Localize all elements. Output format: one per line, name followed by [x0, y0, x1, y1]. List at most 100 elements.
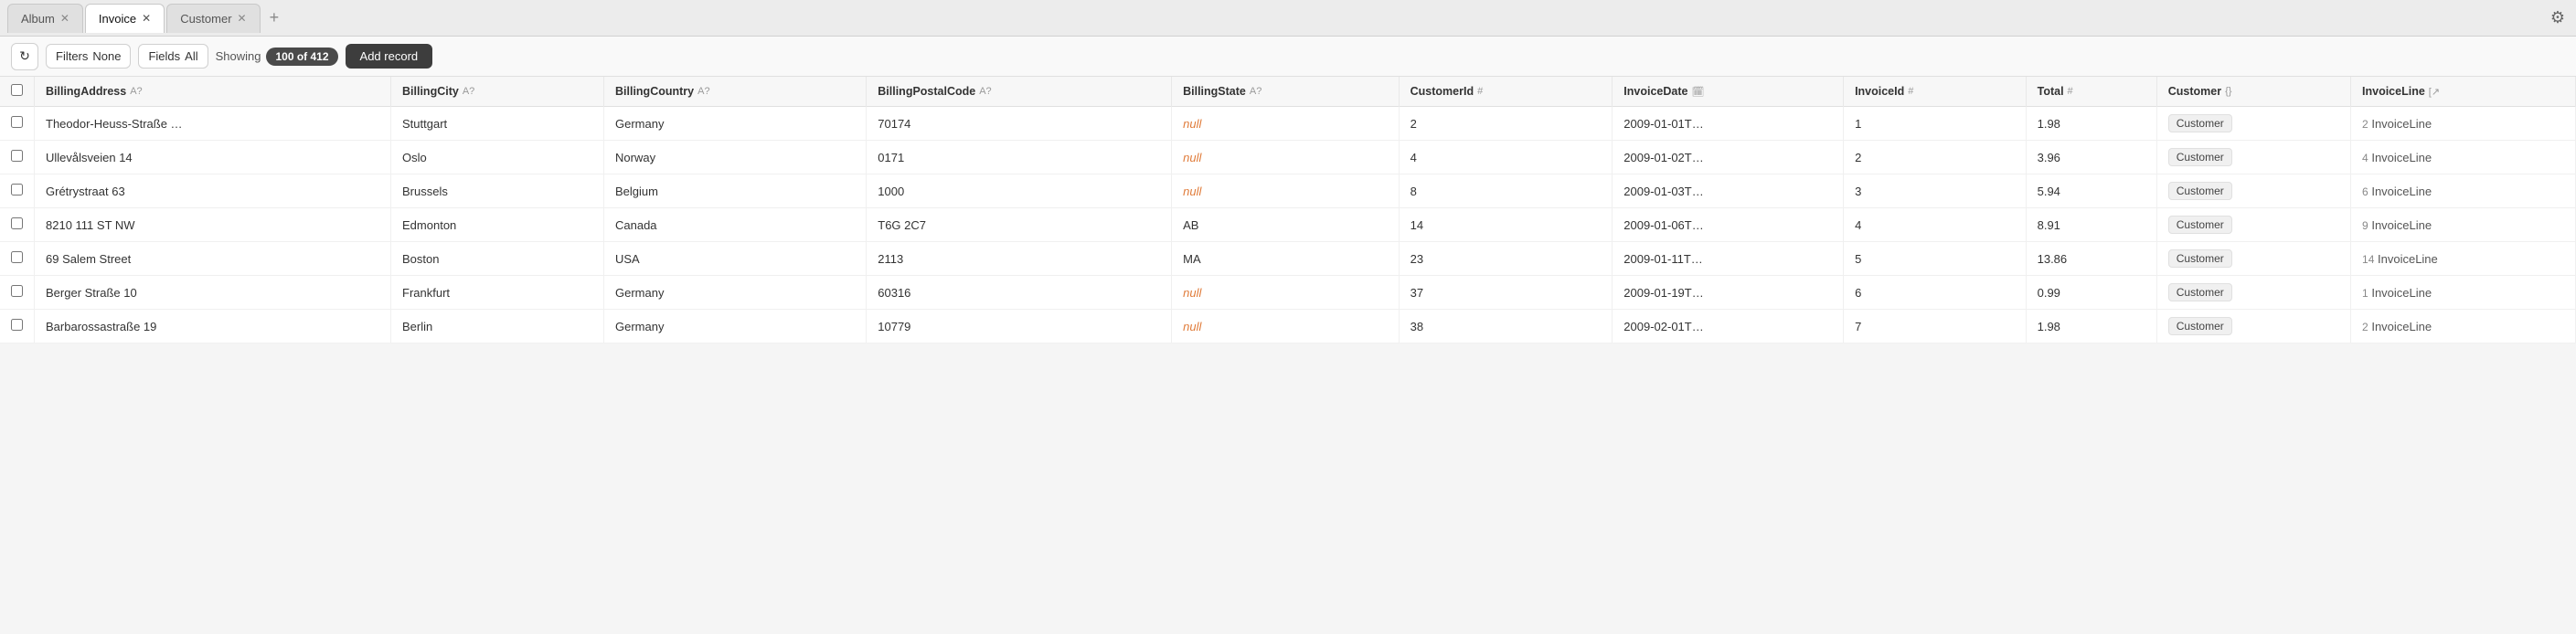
customer-badge[interactable]: Customer — [2168, 114, 2232, 132]
cell-billing-country: Canada — [604, 208, 867, 242]
customer-badge[interactable]: Customer — [2168, 249, 2232, 268]
invoice-line-count: 2 — [2362, 321, 2368, 333]
add-record-button[interactable]: Add record — [346, 44, 433, 69]
cell-total: 0.99 — [2026, 276, 2156, 310]
tab-invoice-close[interactable]: ✕ — [142, 13, 151, 24]
invoice-line-count: 1 — [2362, 287, 2368, 300]
invoice-line-count: 14 — [2362, 253, 2374, 266]
invoice-line-label: InvoiceLine — [2371, 117, 2432, 131]
table-row: Berger Straße 10 Frankfurt Germany 60316… — [0, 276, 2576, 310]
cell-billing-city: Frankfurt — [391, 276, 604, 310]
cell-customer[interactable]: Customer — [2156, 174, 2350, 208]
col-total-label: Total — [2038, 85, 2064, 98]
cell-billing-state: AB — [1172, 208, 1400, 242]
invoice-line-label: InvoiceLine — [2378, 252, 2438, 266]
col-invoice-line-type: [↗ — [2429, 86, 2440, 98]
cell-billing-address: 8210 111 ST NW — [35, 208, 391, 242]
col-total[interactable]: Total # — [2026, 77, 2156, 107]
tab-album-label: Album — [21, 12, 55, 26]
cell-total: 8.91 — [2026, 208, 2156, 242]
row-checkbox[interactable] — [11, 150, 23, 162]
table-row: 8210 111 ST NW Edmonton Canada T6G 2C7 A… — [0, 208, 2576, 242]
showing-label: Showing — [216, 49, 261, 63]
row-checkbox[interactable] — [11, 116, 23, 128]
col-billing-country-type: A? — [697, 86, 709, 97]
customer-badge[interactable]: Customer — [2168, 317, 2232, 335]
row-checkbox-cell[interactable] — [0, 310, 35, 343]
cell-billing-city: Oslo — [391, 141, 604, 174]
filters-value: None — [92, 49, 121, 63]
col-billing-city[interactable]: BillingCity A? — [391, 77, 604, 107]
tab-customer[interactable]: Customer ✕ — [166, 4, 260, 33]
cell-billing-postal-code: 10779 — [867, 310, 1172, 343]
row-checkbox-cell[interactable] — [0, 141, 35, 174]
col-invoice-date[interactable]: InvoiceDate 🗓 — [1613, 77, 1844, 107]
filters-label: Filters — [56, 49, 88, 63]
col-invoice-date-type: 🗓 — [1691, 86, 1704, 98]
col-invoice-id[interactable]: InvoiceId # — [1844, 77, 2027, 107]
col-invoice-line[interactable]: InvoiceLine [↗ — [2351, 77, 2576, 107]
cell-invoice-line: 2 InvoiceLine — [2351, 310, 2576, 343]
cell-customer[interactable]: Customer — [2156, 208, 2350, 242]
cell-customer[interactable]: Customer — [2156, 310, 2350, 343]
cell-invoice-date: 2009-01-06T… — [1613, 208, 1844, 242]
fields-button[interactable]: Fields All — [138, 44, 208, 69]
col-billing-country[interactable]: BillingCountry A? — [604, 77, 867, 107]
customer-badge[interactable]: Customer — [2168, 283, 2232, 301]
add-tab-button[interactable]: + — [262, 5, 287, 31]
cell-billing-postal-code: 2113 — [867, 242, 1172, 276]
customer-badge[interactable]: Customer — [2168, 182, 2232, 200]
row-checkbox[interactable] — [11, 319, 23, 331]
cell-billing-city: Stuttgart — [391, 107, 604, 141]
cell-customer-id: 37 — [1399, 276, 1613, 310]
tab-album[interactable]: Album ✕ — [7, 4, 83, 33]
row-checkbox-cell[interactable] — [0, 174, 35, 208]
cell-invoice-date: 2009-01-11T… — [1613, 242, 1844, 276]
cell-billing-postal-code: T6G 2C7 — [867, 208, 1172, 242]
col-customer[interactable]: Customer {} — [2156, 77, 2350, 107]
tab-customer-close[interactable]: ✕ — [238, 13, 247, 24]
select-all-header[interactable] — [0, 77, 35, 107]
cell-customer[interactable]: Customer — [2156, 141, 2350, 174]
row-checkbox[interactable] — [11, 184, 23, 195]
cell-customer[interactable]: Customer — [2156, 242, 2350, 276]
tab-album-close[interactable]: ✕ — [60, 13, 69, 24]
cell-invoice-line: 9 InvoiceLine — [2351, 208, 2576, 242]
row-checkbox[interactable] — [11, 251, 23, 263]
customer-badge[interactable]: Customer — [2168, 148, 2232, 166]
invoice-line-count: 6 — [2362, 185, 2368, 198]
cell-invoice-date: 2009-01-19T… — [1613, 276, 1844, 310]
col-billing-postal-code[interactable]: BillingPostalCode A? — [867, 77, 1172, 107]
settings-icon[interactable]: ⚙ — [2547, 5, 2569, 31]
col-invoice-line-label: InvoiceLine — [2362, 85, 2425, 98]
row-checkbox-cell[interactable] — [0, 208, 35, 242]
col-billing-address[interactable]: BillingAddress A? — [35, 77, 391, 107]
cell-total: 1.98 — [2026, 310, 2156, 343]
cell-billing-address: 69 Salem Street — [35, 242, 391, 276]
tab-invoice[interactable]: Invoice ✕ — [85, 4, 165, 33]
refresh-button[interactable]: ↻ — [11, 43, 38, 70]
row-checkbox[interactable] — [11, 285, 23, 297]
cell-customer[interactable]: Customer — [2156, 276, 2350, 310]
select-all-checkbox[interactable] — [11, 84, 23, 96]
cell-billing-country: USA — [604, 242, 867, 276]
row-checkbox-cell[interactable] — [0, 242, 35, 276]
filters-button[interactable]: Filters None — [46, 44, 131, 69]
invoice-line-count: 2 — [2362, 118, 2368, 131]
cell-customer[interactable]: Customer — [2156, 107, 2350, 141]
cell-billing-state: null — [1172, 310, 1400, 343]
invoice-line-label: InvoiceLine — [2371, 218, 2432, 232]
cell-billing-address: Grétrystraat 63 — [35, 174, 391, 208]
customer-badge[interactable]: Customer — [2168, 216, 2232, 234]
row-checkbox[interactable] — [11, 217, 23, 229]
col-invoice-id-label: InvoiceId — [1855, 85, 1904, 98]
col-billing-city-type: A? — [463, 86, 474, 97]
col-customer-id[interactable]: CustomerId # — [1399, 77, 1613, 107]
cell-billing-state: MA — [1172, 242, 1400, 276]
toolbar: ↻ Filters None Fields All Showing 100 of… — [0, 37, 2576, 77]
row-checkbox-cell[interactable] — [0, 276, 35, 310]
row-checkbox-cell[interactable] — [0, 107, 35, 141]
cell-invoice-id: 1 — [1844, 107, 2027, 141]
col-billing-state[interactable]: BillingState A? — [1172, 77, 1400, 107]
cell-invoice-line: 1 InvoiceLine — [2351, 276, 2576, 310]
